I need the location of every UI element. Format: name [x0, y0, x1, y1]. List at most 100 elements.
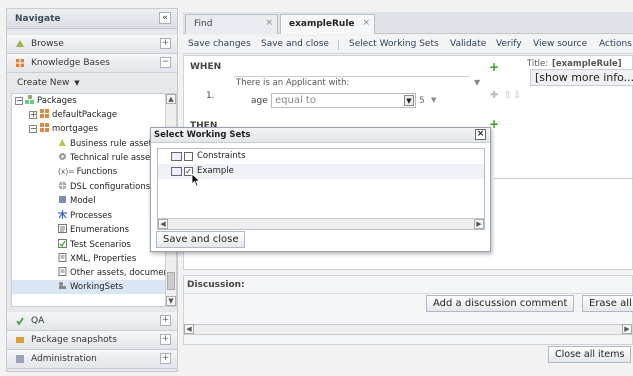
tree-node-default-package[interactable]: defaultPackage	[40, 108, 117, 122]
row-number: 1.	[206, 91, 215, 101]
tree-item-label: DSL configurations	[70, 182, 151, 192]
expand-default-package-icon[interactable]: +	[29, 111, 37, 119]
condition-options-icon[interactable]: ▼	[474, 78, 480, 87]
create-new-menu[interactable]: Create New ▼	[17, 78, 80, 88]
create-new-label: Create New	[17, 78, 70, 88]
qa-section[interactable]: QA +	[7, 312, 177, 331]
administration-section[interactable]: Administration +	[7, 350, 177, 369]
knowledge-bases-icon	[16, 59, 24, 67]
snapshot-icon	[16, 337, 24, 343]
administration-icon	[16, 355, 24, 363]
qa-icon	[16, 317, 24, 326]
tree-node-mortgages[interactable]: mortgages	[40, 122, 98, 136]
tree-node-processes[interactable]: Processes	[58, 209, 112, 223]
close-icon[interactable]: ×	[475, 129, 486, 140]
process-icon	[58, 210, 67, 219]
default-package-label: defaultPackage	[52, 110, 118, 120]
tree-scroll-thumb[interactable]	[167, 272, 175, 290]
add-condition-icon[interactable]: +	[489, 61, 499, 73]
toolbar-separator	[338, 40, 339, 50]
erase-all-button[interactable]: Erase all	[582, 295, 633, 312]
administration-expand-icon[interactable]: +	[160, 353, 171, 364]
globe-icon	[58, 181, 67, 190]
package-snapshots-section[interactable]: Package snapshots +	[7, 331, 177, 350]
collapse-mortgages-icon[interactable]: −	[29, 125, 37, 133]
tree-node-functions[interactable]: (x)= Functions	[58, 165, 117, 179]
tree-node-test-scenarios[interactable]: Test Scenarios	[58, 238, 131, 252]
example-label: Example	[197, 166, 234, 176]
list-item-constraints[interactable]: Constraints	[158, 149, 484, 164]
constraints-checkbox[interactable]	[184, 152, 193, 161]
tab-find[interactable]: Find ×	[185, 14, 278, 34]
tree-node-dsl-configurations[interactable]: DSL configurations	[58, 180, 150, 194]
qa-label: QA	[31, 316, 45, 326]
tree-node-packages[interactable]: Packages	[25, 94, 77, 108]
browse-icon	[16, 40, 24, 47]
collapse-panel-icon[interactable]: «	[159, 12, 171, 24]
field-label: age	[251, 96, 268, 106]
constraints-label: Constraints	[197, 151, 246, 161]
condition-text: There is an Applicant with:	[236, 78, 350, 88]
list-item-example[interactable]: ✓ Example	[158, 164, 484, 179]
value-options-icon[interactable]: ▼	[431, 96, 436, 104]
scroll-down-icon[interactable]: ▼	[166, 296, 176, 306]
administration-label: Administration	[31, 354, 97, 364]
tree-item-label: WorkingSets	[70, 282, 124, 292]
tree-node-business-rule-assets[interactable]: Business rule assets	[58, 137, 156, 151]
business-rule-icon	[59, 139, 66, 146]
tree-node-model[interactable]: Model	[58, 194, 96, 208]
scroll-left-icon[interactable]: ◀	[158, 219, 168, 229]
discussion-panel: Discussion: Add a discussion comment Era…	[183, 275, 633, 345]
knowledge-bases-collapse-icon[interactable]: −	[160, 57, 171, 68]
browse-section[interactable]: Browse +	[7, 35, 177, 54]
value-field[interactable]: 5	[419, 96, 425, 106]
knowledge-bases-section[interactable]: Knowledge Bases −	[7, 54, 177, 73]
qa-expand-icon[interactable]: +	[160, 315, 171, 326]
browse-expand-icon[interactable]: +	[160, 38, 171, 49]
tree-node-other-assets[interactable]: Other assets, documenta	[58, 266, 177, 280]
scroll-right-icon[interactable]: ▶	[474, 219, 484, 229]
tree-node-technical-rule-assets[interactable]: Technical rule assets	[58, 151, 158, 165]
row-action-icons[interactable]: ✚ ⇧⇩	[490, 90, 522, 101]
packages-icon	[25, 95, 34, 104]
tree-node-xml-properties[interactable]: XML, Properties	[58, 252, 136, 266]
tab-example-rule[interactable]: exampleRule ×	[280, 14, 375, 34]
scroll-left-icon[interactable]: ◀	[184, 324, 194, 334]
scroll-right-icon[interactable]: ▶	[622, 324, 632, 334]
title-value: [exampleRule]	[552, 59, 622, 69]
tree-item-label: Processes	[70, 211, 112, 221]
verify-button[interactable]: Verify	[496, 39, 522, 49]
tree-item-label: Business rule assets	[70, 139, 157, 149]
tab-find-label: Find	[194, 19, 213, 29]
actions-menu[interactable]: Actions	[599, 39, 632, 49]
show-more-info-link[interactable]: [show more info...	[530, 69, 633, 86]
tree-item-label: Other assets, documenta	[70, 268, 177, 278]
save-changes-button[interactable]: Save changes	[188, 39, 251, 49]
save-and-close-button[interactable]: Save and close	[261, 39, 329, 49]
collapse-packages-icon[interactable]: −	[15, 97, 23, 105]
model-icon	[59, 196, 66, 203]
package-icon	[40, 109, 49, 118]
operator-select[interactable]: equal to ▼	[271, 93, 416, 108]
scroll-up-icon[interactable]: ▲	[166, 94, 176, 104]
dialog-horizontal-scrollbar[interactable]: ◀ ▶	[158, 218, 484, 229]
package-snapshots-expand-icon[interactable]: +	[160, 334, 171, 345]
horizontal-scrollbar[interactable]: ◀ ▶	[184, 324, 632, 335]
dropdown-arrow-icon: ▼	[404, 95, 414, 106]
add-discussion-comment-button[interactable]: Add a discussion comment	[426, 295, 575, 312]
close-tab-icon[interactable]: ×	[362, 18, 370, 28]
dialog-save-and-close-button[interactable]: Save and close	[156, 231, 246, 248]
view-source-button[interactable]: View source	[533, 39, 587, 49]
validate-button[interactable]: Validate	[450, 39, 486, 49]
tree-node-enumerations[interactable]: Enumerations	[58, 223, 129, 237]
select-working-sets-button[interactable]: Select Working Sets	[349, 39, 439, 49]
tree-item-label: Model	[70, 196, 96, 206]
divider	[234, 76, 469, 77]
browse-label: Browse	[31, 39, 64, 49]
working-sets-icon	[59, 282, 66, 289]
close-all-items-button[interactable]: Close all items	[548, 346, 632, 363]
close-tab-icon[interactable]: ×	[265, 18, 273, 28]
tree-node-working-sets[interactable]: WorkingSets	[12, 280, 167, 294]
tree-item-label: XML, Properties	[70, 254, 137, 264]
function-icon: (x)=	[58, 167, 75, 176]
